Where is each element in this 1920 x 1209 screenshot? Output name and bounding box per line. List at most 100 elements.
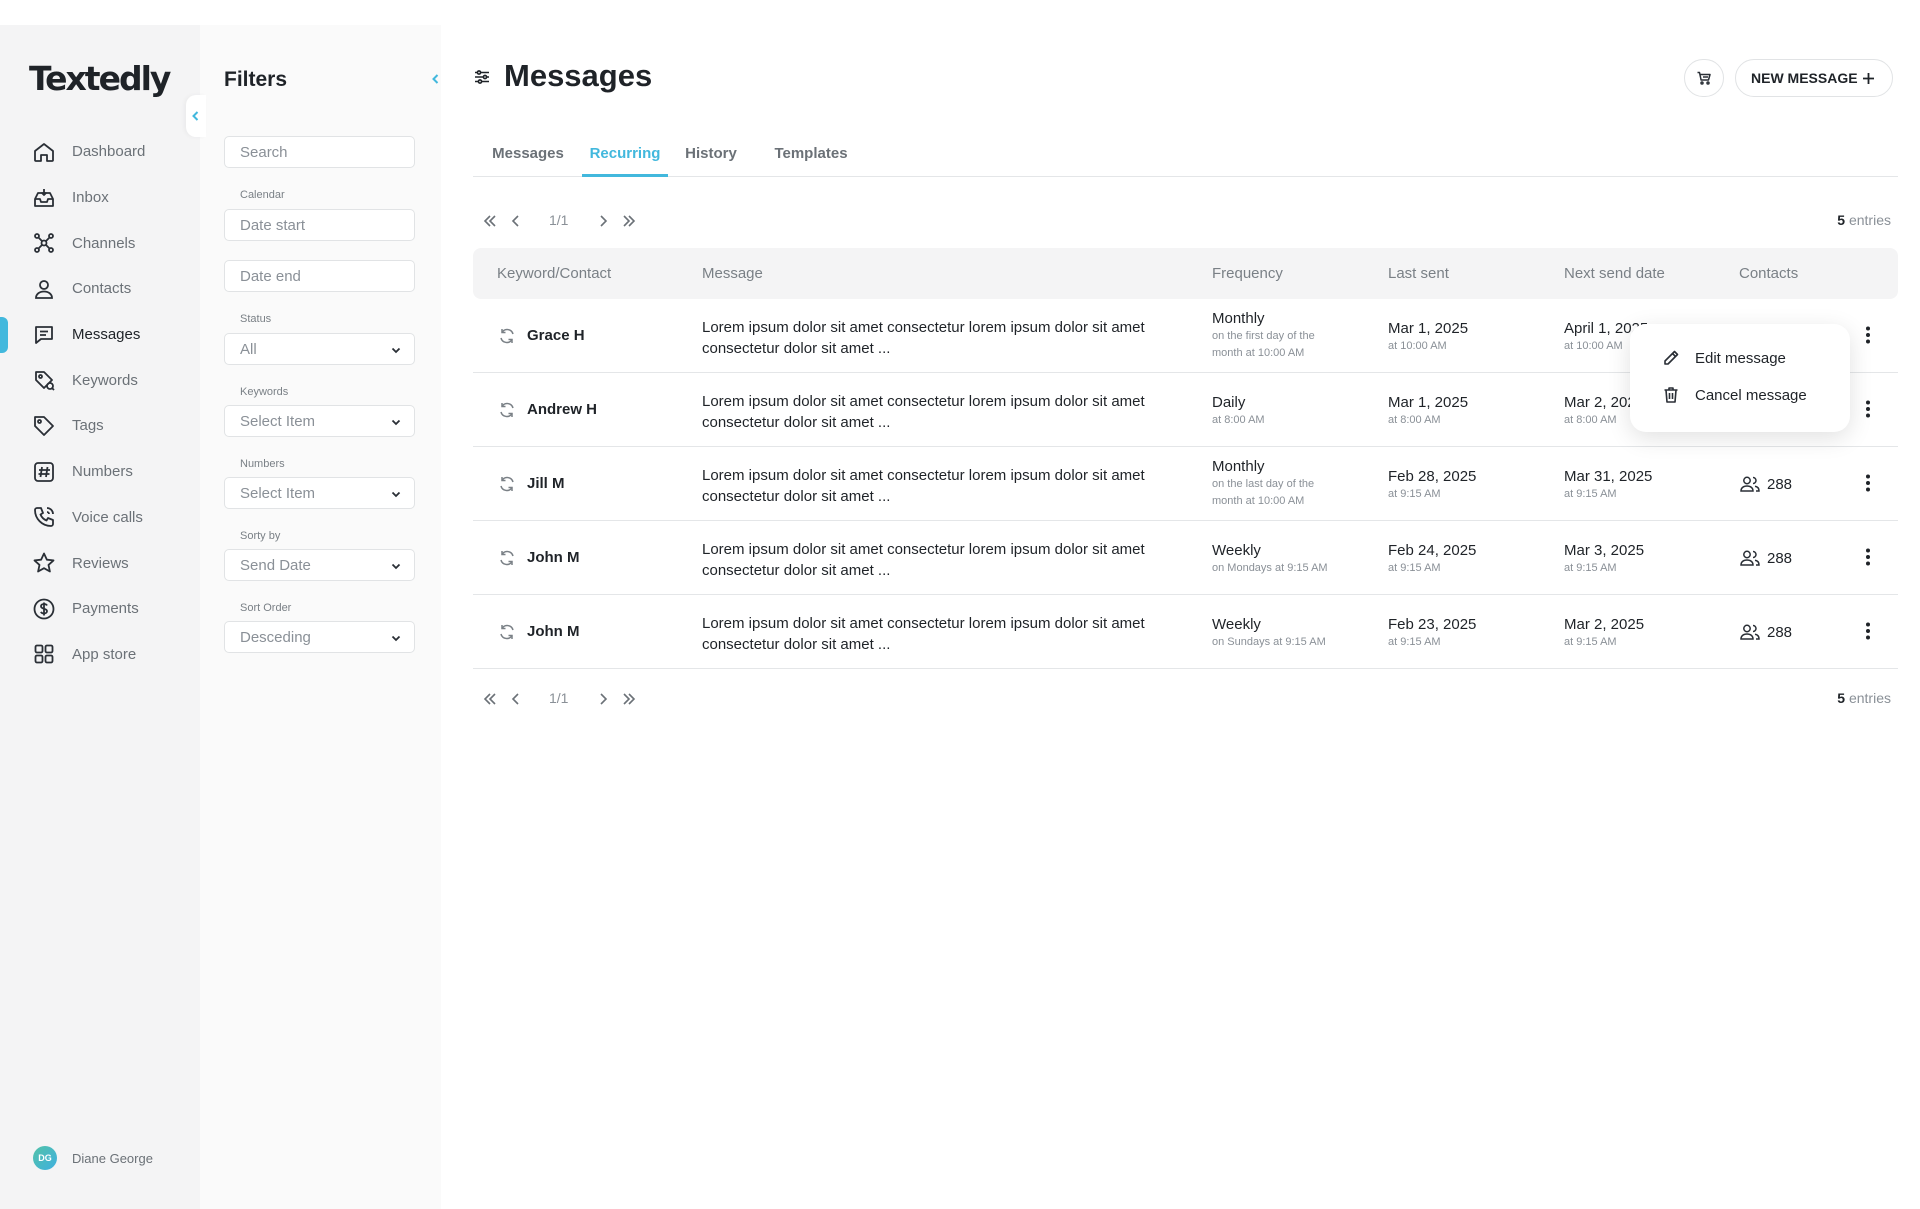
edit-message-menu-item[interactable]: Edit message <box>1661 348 1786 368</box>
keywords-select[interactable]: Select Item <box>224 405 415 437</box>
tab-templates[interactable]: Templates <box>767 140 855 177</box>
frequency-value: Daily <box>1212 394 1246 411</box>
status-select-value: All <box>240 340 257 358</box>
row-contacts-count: 288 <box>1739 547 1792 569</box>
keyword-tag-icon <box>32 368 56 392</box>
last-page-icon[interactable] <box>619 689 639 709</box>
first-page-icon[interactable] <box>480 211 500 231</box>
sort-by-select[interactable]: Send Date <box>224 549 415 581</box>
row-more-icon[interactable] <box>1856 323 1880 347</box>
numbers-label: Numbers <box>240 458 285 470</box>
last-sent-date: Feb 24, 2025 <box>1388 542 1477 559</box>
frequency-detail: on Mondays at 9:15 AM <box>1212 562 1328 574</box>
grid-icon <box>32 642 56 666</box>
nav-item-tags[interactable]: Tags <box>0 403 200 449</box>
row-last-sent: Feb 23, 2025 at 9:15 AM <box>1388 616 1476 651</box>
recurring-icon <box>497 326 517 346</box>
row-last-sent: Feb 24, 2025 at 9:15 AM <box>1388 542 1476 577</box>
cart-button[interactable] <box>1684 59 1724 97</box>
sort-by-select-value: Send Date <box>240 556 311 574</box>
nav-item-inbox[interactable]: Inbox <box>0 175 200 221</box>
row-frequency: Monthly on the first day of the month at… <box>1212 310 1342 362</box>
contacts-count: 288 <box>1767 623 1793 641</box>
row-more-icon[interactable] <box>1856 471 1880 495</box>
recurring-icon <box>497 622 517 642</box>
row-frequency: Weekly on Mondays at 9:15 AM <box>1212 542 1342 577</box>
row-contact: Jill M <box>527 475 565 492</box>
chevron-left-icon <box>432 74 439 84</box>
row-message: Lorem ipsum dolor sit amet consectetur l… <box>702 615 1145 653</box>
row-contact: Grace H <box>527 327 585 344</box>
last-page-icon[interactable] <box>619 211 639 231</box>
keywords-label: Keywords <box>240 386 289 398</box>
row-contact: John M <box>527 623 580 640</box>
cancel-message-menu-item[interactable]: Cancel message <box>1661 385 1807 405</box>
previous-page-icon[interactable] <box>506 211 526 231</box>
chevron-left-icon <box>192 111 199 121</box>
row-more-icon[interactable] <box>1856 619 1880 643</box>
user-profile[interactable]: DG Diane George <box>33 1146 153 1170</box>
inbox-icon <box>32 186 56 210</box>
phone-icon <box>32 505 56 529</box>
table-header: Keyword/Contact Message Frequency Last s… <box>473 248 1898 299</box>
next-send-date: Mar 31, 2025 <box>1564 468 1653 485</box>
table-row[interactable]: John M Lorem ipsum dolor sit amet consec… <box>473 595 1898 669</box>
trash-icon <box>1664 387 1678 403</box>
column-header[interactable]: Message <box>702 265 763 282</box>
last-sent-time: at 9:15 AM <box>1388 562 1441 574</box>
first-page-icon[interactable] <box>480 689 500 709</box>
tab-recurring[interactable]: Recurring <box>582 140 668 177</box>
date-start-input[interactable]: Date start <box>224 209 415 241</box>
tab-messages[interactable]: Messages <box>487 140 569 177</box>
cancel-message-label: Cancel message <box>1695 386 1807 404</box>
new-message-label: NEW MESSAGE <box>1751 70 1858 86</box>
status-select[interactable]: All <box>224 333 415 365</box>
previous-page-icon[interactable] <box>506 689 526 709</box>
row-message: Lorem ipsum dolor sit amet consectetur l… <box>702 467 1145 505</box>
edit-message-label: Edit message <box>1695 349 1786 367</box>
column-header[interactable]: Contacts <box>1739 265 1798 282</box>
filter-search-input[interactable]: Search <box>224 136 415 168</box>
row-frequency: Weekly on Sundays at 9:15 AM <box>1212 616 1342 651</box>
date-end-input[interactable]: Date end <box>224 260 415 292</box>
nav-item-numbers[interactable]: Numbers <box>0 449 200 495</box>
nav-item-voice-calls[interactable]: Voice calls <box>0 495 200 541</box>
column-header[interactable]: Keyword/Contact <box>497 265 611 282</box>
column-header[interactable]: Frequency <box>1212 265 1283 282</box>
collapse-filters-button[interactable] <box>426 58 446 100</box>
row-more-icon[interactable] <box>1856 545 1880 569</box>
chevron-down-icon <box>390 344 402 356</box>
nav-item-app-store[interactable]: App store <box>0 632 200 678</box>
table-row[interactable]: John M Lorem ipsum dolor sit amet consec… <box>473 521 1898 595</box>
numbers-select[interactable]: Select Item <box>224 477 415 509</box>
new-message-button[interactable]: NEW MESSAGE <box>1735 59 1893 97</box>
recurring-icon <box>497 400 517 420</box>
app-logo[interactable]: Textedly <box>29 59 171 98</box>
next-send-time: at 9:15 AM <box>1564 562 1617 574</box>
nav-item-payments[interactable]: Payments <box>0 586 200 632</box>
row-more-icon[interactable] <box>1856 397 1880 421</box>
next-page-icon[interactable] <box>593 689 613 709</box>
avatar: DG <box>33 1146 57 1170</box>
nav-item-reviews[interactable]: Reviews <box>0 540 200 586</box>
chevron-down-icon <box>390 488 402 500</box>
nav-item-keywords[interactable]: Keywords <box>0 357 200 403</box>
main-content: Messages NEW MESSAGE Messages Recurring … <box>473 0 1898 1209</box>
nav-item-contacts[interactable]: Contacts <box>0 266 200 312</box>
sort-order-select[interactable]: Desceding <box>224 621 415 653</box>
row-contacts-count: 288 <box>1739 473 1792 495</box>
next-page-icon[interactable] <box>593 211 613 231</box>
column-header[interactable]: Last sent <box>1388 265 1449 282</box>
collapse-sidebar-button[interactable] <box>186 95 206 137</box>
nav-item-messages[interactable]: Messages <box>0 312 200 358</box>
users-icon <box>1740 624 1760 640</box>
nav-item-label: Channels <box>72 234 136 252</box>
nav-item-dashboard[interactable]: Dashboard <box>0 129 200 175</box>
row-contacts-count: 288 <box>1739 621 1792 643</box>
chevron-down-icon <box>390 632 402 644</box>
table-row[interactable]: Jill M Lorem ipsum dolor sit amet consec… <box>473 447 1898 521</box>
tab-history[interactable]: History <box>681 140 741 177</box>
column-header[interactable]: Next send date <box>1564 265 1665 282</box>
filter-toggle-icon[interactable] <box>473 68 491 86</box>
nav-item-channels[interactable]: Channels <box>0 220 200 266</box>
